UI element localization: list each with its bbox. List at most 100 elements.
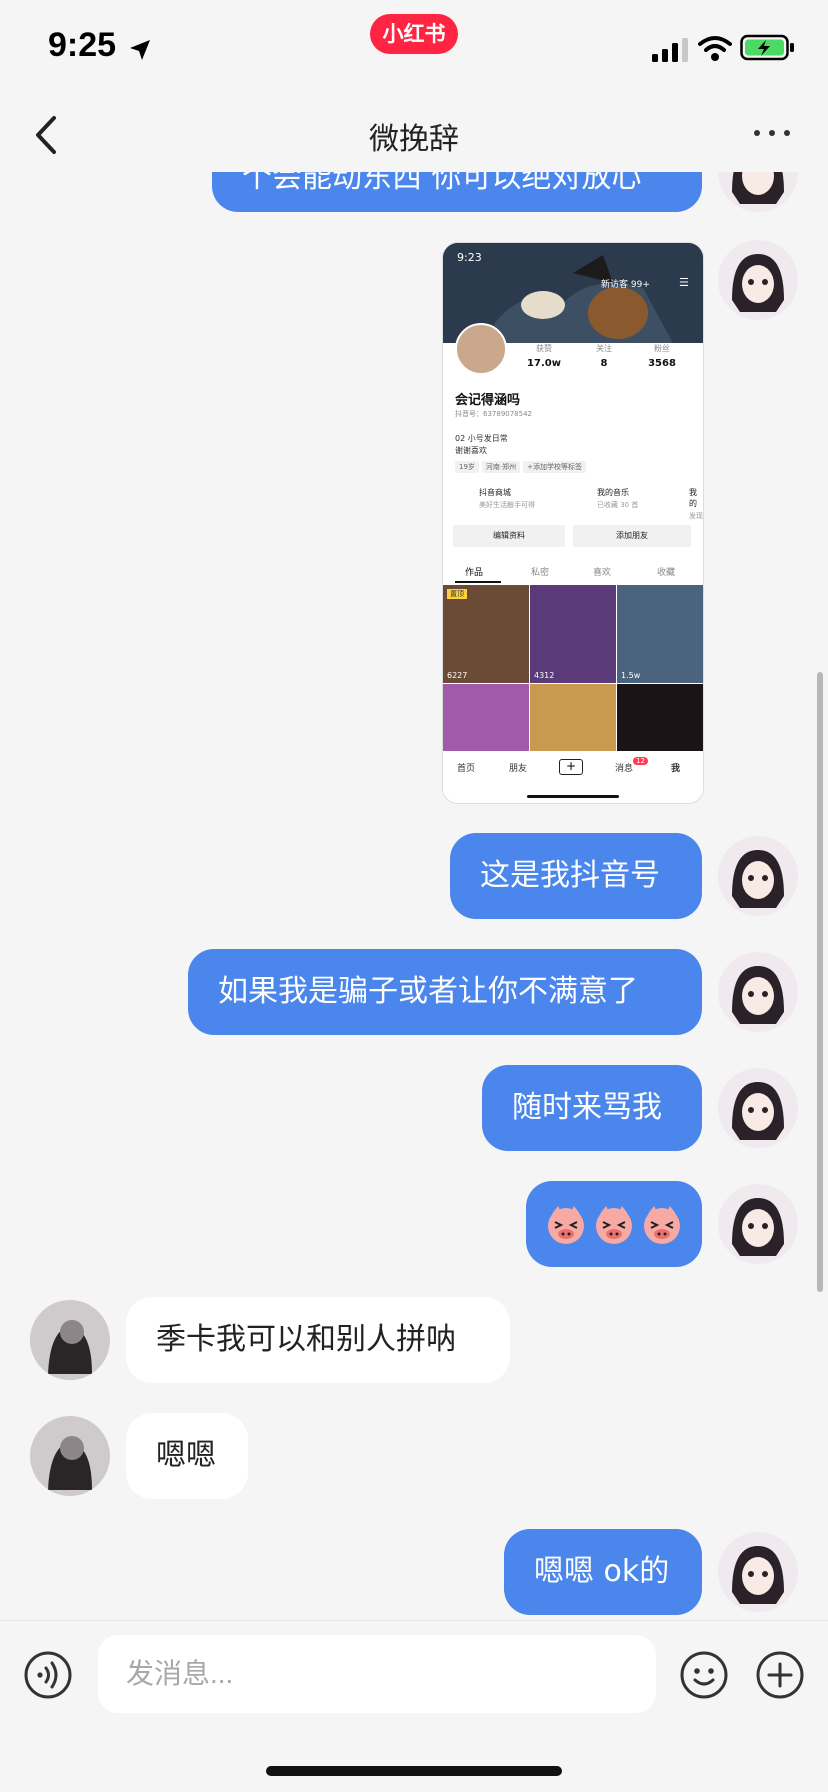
shot-entry: 抖音商城 美好生活触手可得 xyxy=(479,487,535,510)
message-text: 季卡我可以和别人拼呐 xyxy=(156,1322,456,1357)
more-options-icon[interactable] xyxy=(748,118,796,148)
shot-play-count: 1.5w xyxy=(621,671,641,680)
my-avatar[interactable] xyxy=(718,952,798,1032)
shot-entry-title: 我的音乐 xyxy=(597,488,629,497)
my-avatar[interactable] xyxy=(718,172,798,212)
contact-avatar[interactable] xyxy=(30,1300,110,1380)
battery-icon xyxy=(740,34,794,61)
emoji-icon[interactable] xyxy=(680,1651,728,1699)
shot-stat: 获赞 17.0w xyxy=(519,343,569,369)
shot-play-count: 4312 xyxy=(534,671,555,680)
shot-stat-label: 关注 xyxy=(596,344,612,353)
shot-menu-icon: ☰ xyxy=(679,276,689,289)
shot-video-tile xyxy=(530,684,616,751)
pig-face-icon xyxy=(644,1206,680,1244)
shot-edit-profile-button: 编辑资料 xyxy=(453,525,565,547)
shot-play-count: 6227 xyxy=(447,671,468,680)
shot-tab: 喜欢 xyxy=(593,568,612,578)
shot-entry-title: 抖音商城 xyxy=(479,488,511,497)
message-text: 这是我抖音号 xyxy=(480,858,660,893)
shot-status-time: 9:23 xyxy=(457,251,482,264)
shot-pinned-tag: 置顶 xyxy=(447,589,467,599)
voice-input-icon[interactable] xyxy=(24,1651,72,1699)
shot-profile-name: 会记得涵吗 xyxy=(455,393,521,408)
shot-stat-label: 获赞 xyxy=(536,344,552,353)
shot-entry-sub: 已收藏 30 首 xyxy=(597,501,639,509)
my-avatar[interactable] xyxy=(718,240,798,320)
shared-screenshot-image[interactable]: 9:23 新访客 99+ ☰ 获赞 17.0w 关注 8 粉丝 3568 会记得… xyxy=(442,242,704,804)
shot-tab: 作品 xyxy=(465,568,484,578)
shot-add-friend-button: 添加朋友 xyxy=(573,525,691,547)
my-avatar[interactable] xyxy=(718,1532,798,1612)
shot-nav-item: 消息 xyxy=(615,764,634,774)
shot-bottom-nav: 首页 朋友 + 消息 12 我 xyxy=(443,751,703,803)
shot-stat-label: 粉丝 xyxy=(654,344,670,353)
my-avatar[interactable] xyxy=(718,1068,798,1148)
message-bubble[interactable]: 如果我是骗子或者让你不满意了 xyxy=(188,949,702,1035)
shot-tab-indicator xyxy=(455,581,501,583)
my-avatar[interactable] xyxy=(718,836,798,916)
message-bubble[interactable]: 这是我抖音号 xyxy=(450,833,702,919)
pig-face-icon xyxy=(548,1206,584,1244)
app-badge[interactable]: 小红书 xyxy=(370,14,458,54)
message-text: 个会能动东西 你可以绝对放心 xyxy=(242,172,642,195)
plus-icon[interactable] xyxy=(756,1651,804,1699)
shot-tab: 私密 xyxy=(531,568,550,578)
shot-stat-value: 8 xyxy=(600,358,608,369)
message-bubble[interactable] xyxy=(526,1181,702,1267)
shot-tag: 河南·郑州 xyxy=(481,461,521,473)
message-text: 如果我是骗子或者让你不满意了 xyxy=(218,974,638,1009)
message-bubble[interactable]: 嗯嗯 ok的 xyxy=(504,1529,702,1615)
shot-entry: 我的音乐 已收藏 30 首 xyxy=(597,487,638,510)
shot-stat-value: 3568 xyxy=(648,358,676,369)
message-text: 随时来骂我 xyxy=(512,1090,662,1125)
cellular-signal-icon xyxy=(652,38,688,62)
message-bubble[interactable]: 个会能动东西 你可以绝对放心 xyxy=(212,172,702,212)
shot-new-visitors: 新访客 99+ xyxy=(601,280,650,290)
shot-video-tile xyxy=(443,684,529,751)
message-input-bar xyxy=(0,1620,828,1733)
message-list[interactable]: 个会能动东西 你可以绝对放心 9:23 新访客 99+ ☰ 获赞 17.0w 关… xyxy=(0,172,828,1620)
shot-nav-item: 我 xyxy=(671,764,681,774)
shot-home-indicator xyxy=(527,795,619,798)
shot-tag: +添加学校等标签 xyxy=(523,461,587,473)
message-bubble[interactable]: 随时来骂我 xyxy=(482,1065,702,1151)
shot-stat-value: 17.0w xyxy=(527,358,561,369)
shot-video-tile: 4312 xyxy=(530,585,616,683)
message-bubble[interactable]: 季卡我可以和别人拼呐 xyxy=(126,1297,510,1383)
shot-entry: 我的 发现 xyxy=(689,487,703,521)
shot-douyin-id: 抖音号：63789078542 xyxy=(455,410,532,418)
shot-video-tile: 1.5w xyxy=(617,585,703,683)
home-indicator xyxy=(266,1766,562,1776)
location-arrow-icon xyxy=(130,40,150,60)
message-bubble[interactable]: 嗯嗯 xyxy=(126,1413,248,1499)
shot-entry-sub: 美好生活触手可得 xyxy=(479,501,535,509)
shot-stat: 关注 8 xyxy=(579,343,629,369)
scrollbar[interactable] xyxy=(817,672,823,1292)
shot-tags: 19岁 河南·郑州 +添加学校等标签 xyxy=(455,461,589,473)
shot-nav-item: 首页 xyxy=(457,764,476,774)
shot-plus-icon: + xyxy=(559,759,583,775)
my-avatar[interactable] xyxy=(718,1184,798,1264)
chat-title: 微挽辞 xyxy=(369,122,459,157)
shot-entry-sub: 发现 xyxy=(689,512,703,520)
shot-bio: 02 小号发日常 xyxy=(455,434,508,443)
chat-header: 微挽辞 xyxy=(0,96,828,172)
shot-profile-avatar xyxy=(455,323,507,375)
shot-stat: 粉丝 3568 xyxy=(637,343,687,369)
shot-entry-title: 我的 xyxy=(689,488,697,508)
shot-tab: 收藏 xyxy=(657,568,676,578)
shot-tag: 19岁 xyxy=(455,461,479,473)
message-input[interactable] xyxy=(98,1635,656,1713)
status-time: 9:25 xyxy=(48,26,117,64)
shot-bio: 谢谢喜欢 xyxy=(455,446,487,455)
wifi-icon xyxy=(698,36,732,61)
pig-face-icon xyxy=(596,1206,632,1244)
status-bar: 9:25 小红书 xyxy=(0,0,828,96)
message-text: 嗯嗯 ok的 xyxy=(534,1554,670,1589)
shot-nav-item: 朋友 xyxy=(509,764,528,774)
shot-video-tile xyxy=(617,684,703,751)
contact-avatar[interactable] xyxy=(30,1416,110,1496)
shot-video-tile: 置顶 6227 xyxy=(443,585,529,683)
shot-message-badge: 12 xyxy=(633,757,648,765)
